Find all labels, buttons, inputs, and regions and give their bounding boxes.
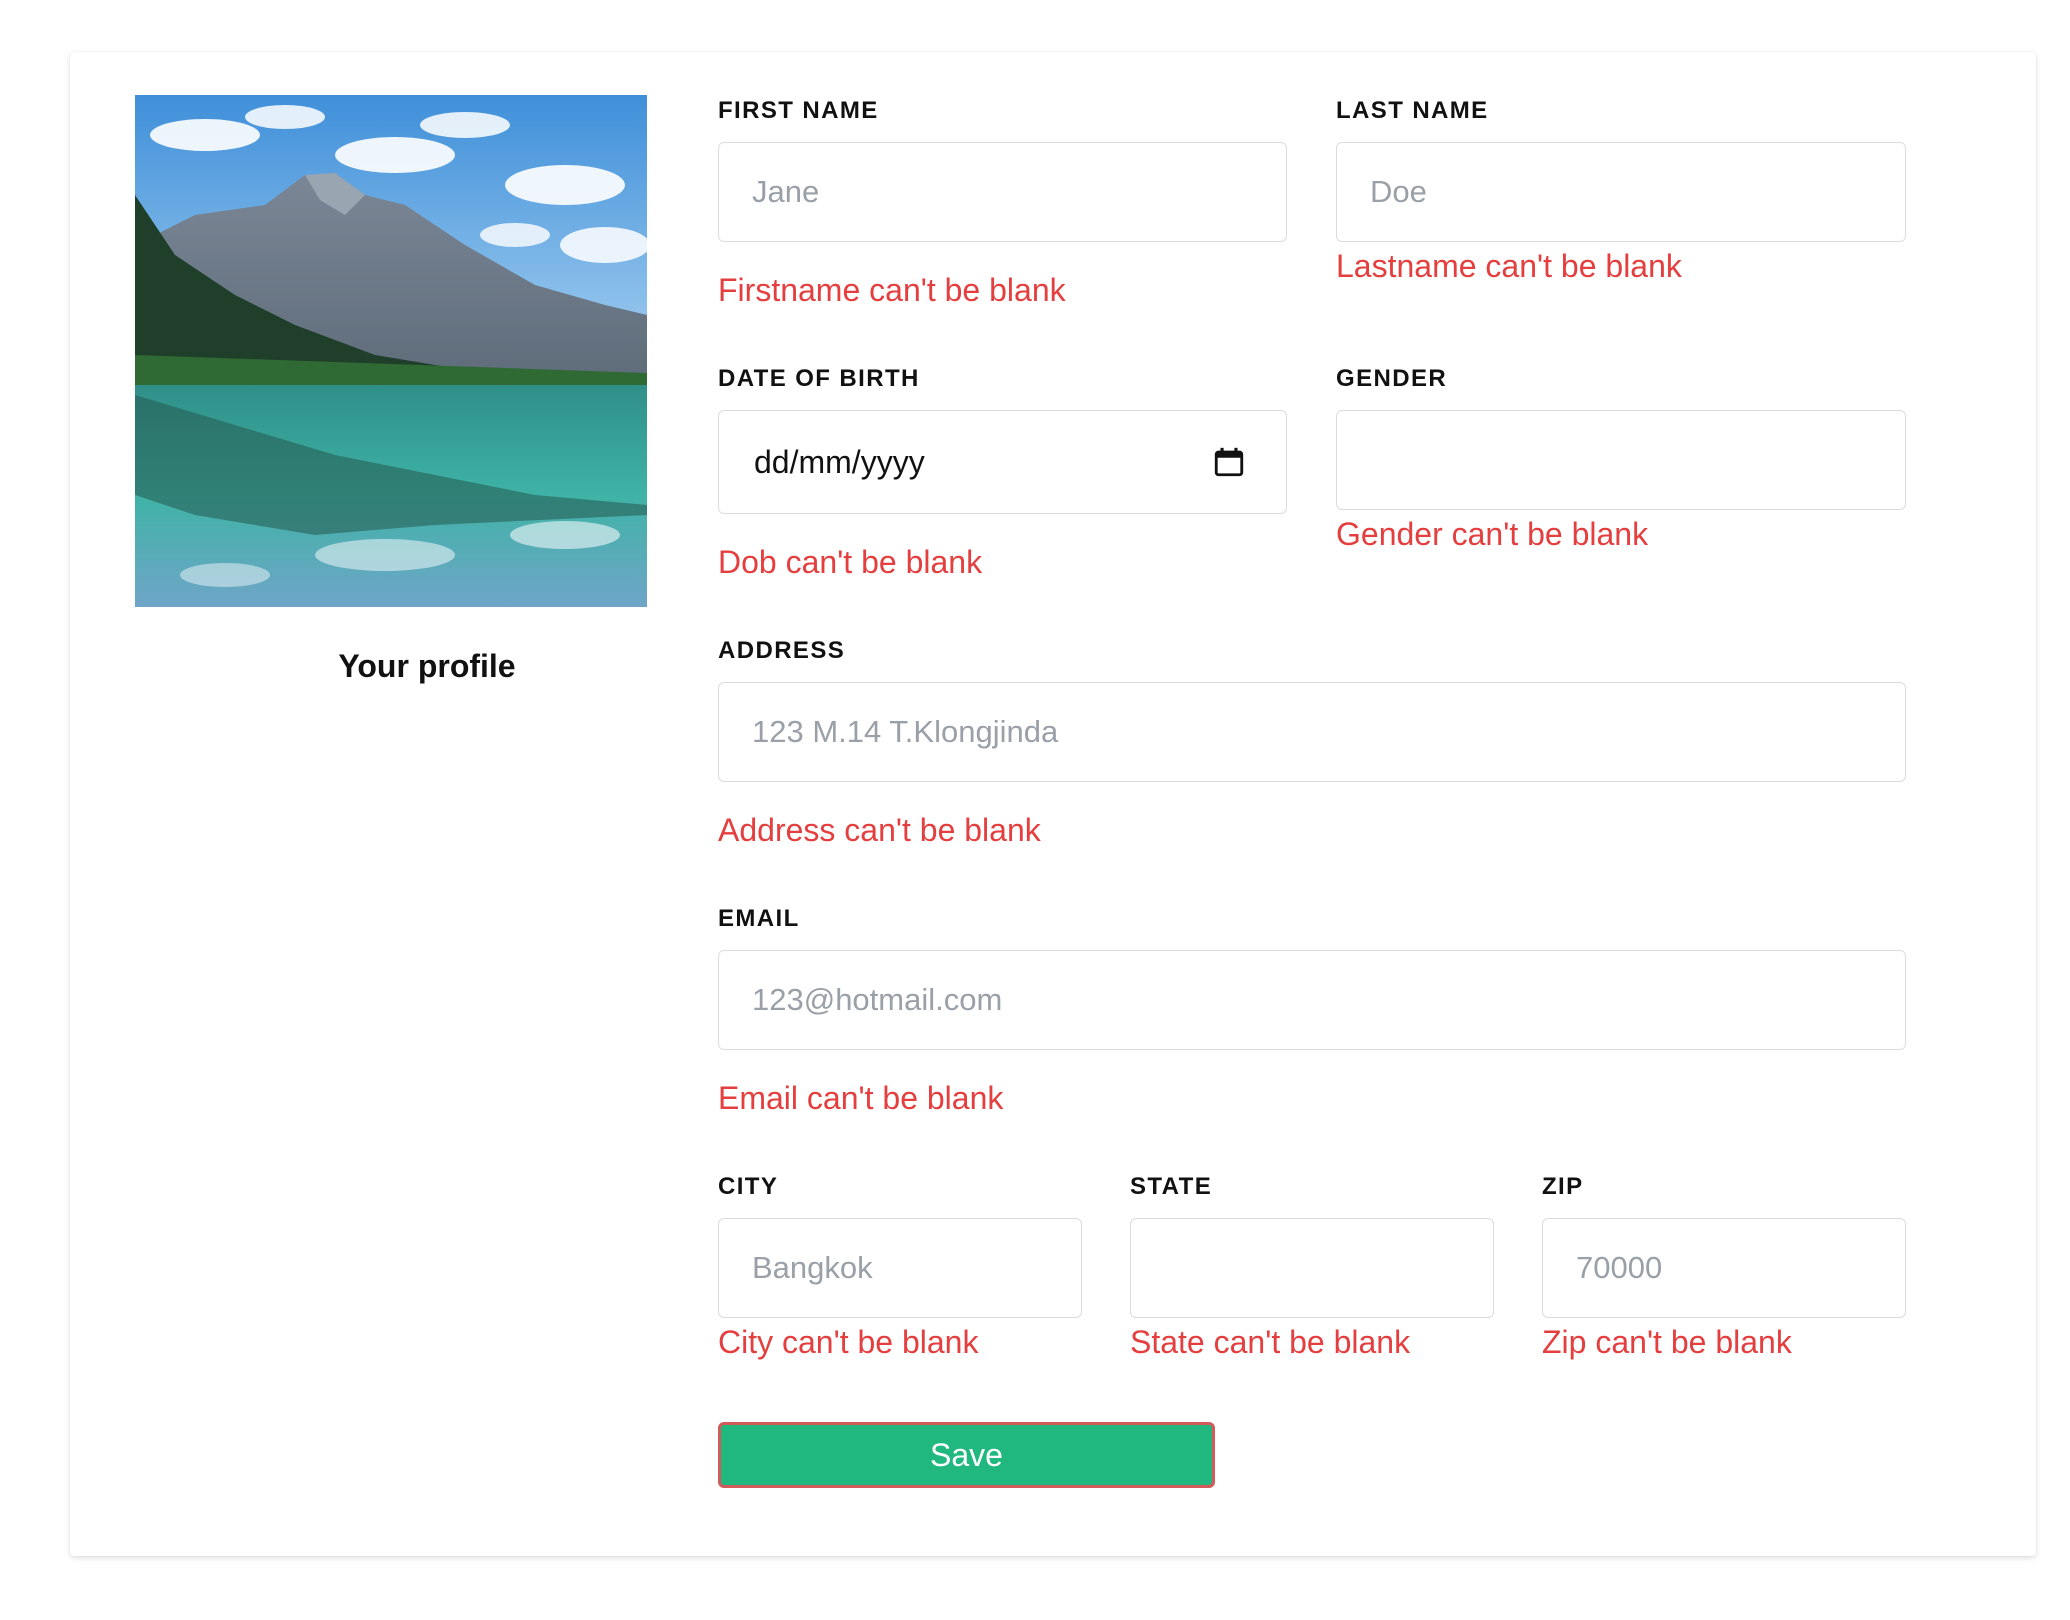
landscape-photo-icon [135,95,647,607]
address-error: Address can't be blank [718,812,1041,848]
email-error: Email can't be blank [718,1080,1004,1116]
first-name-label: FIRST NAME [718,97,879,124]
city-field[interactable] [718,1218,1082,1318]
last-name-label: LAST NAME [1336,97,1489,124]
email-field[interactable] [718,950,1906,1050]
first-name-error: Firstname can't be blank [718,272,1066,308]
first-name-field[interactable] [718,142,1287,242]
profile-photo [135,95,647,607]
first-name-input[interactable] [752,174,1286,210]
gender-input[interactable] [1370,442,1905,478]
zip-input[interactable] [1576,1250,1905,1286]
state-field[interactable] [1130,1218,1494,1318]
save-button[interactable]: Save [718,1422,1215,1488]
city-error: City can't be blank [718,1324,979,1360]
dob-field[interactable]: dd/mm/yyyy [718,410,1287,514]
address-field[interactable] [718,682,1906,782]
email-input[interactable] [752,982,1905,1018]
last-name-field[interactable] [1336,142,1906,242]
state-input[interactable] [1164,1250,1493,1286]
address-input[interactable] [752,714,1905,750]
dob-label: DATE OF BIRTH [718,365,920,392]
calendar-icon[interactable] [1212,445,1246,479]
zip-error: Zip can't be blank [1542,1324,1792,1360]
zip-field[interactable] [1542,1218,1906,1318]
gender-error: Gender can't be blank [1336,516,1649,552]
last-name-input[interactable] [1370,174,1905,210]
gender-field[interactable] [1336,410,1906,510]
dob-error: Dob can't be blank [718,544,983,580]
email-label: EMAIL [718,905,800,932]
gender-label: GENDER [1336,365,1448,392]
state-error: State can't be blank [1130,1324,1411,1360]
profile-caption: Your profile [338,648,516,684]
zip-label: ZIP [1542,1173,1584,1200]
address-label: ADDRESS [718,637,846,664]
last-name-error: Lastname can't be blank [1336,248,1682,284]
city-label: CITY [718,1173,779,1200]
city-input[interactable] [752,1250,1081,1286]
dob-value: dd/mm/yyyy [754,443,925,480]
state-label: STATE [1130,1173,1213,1200]
